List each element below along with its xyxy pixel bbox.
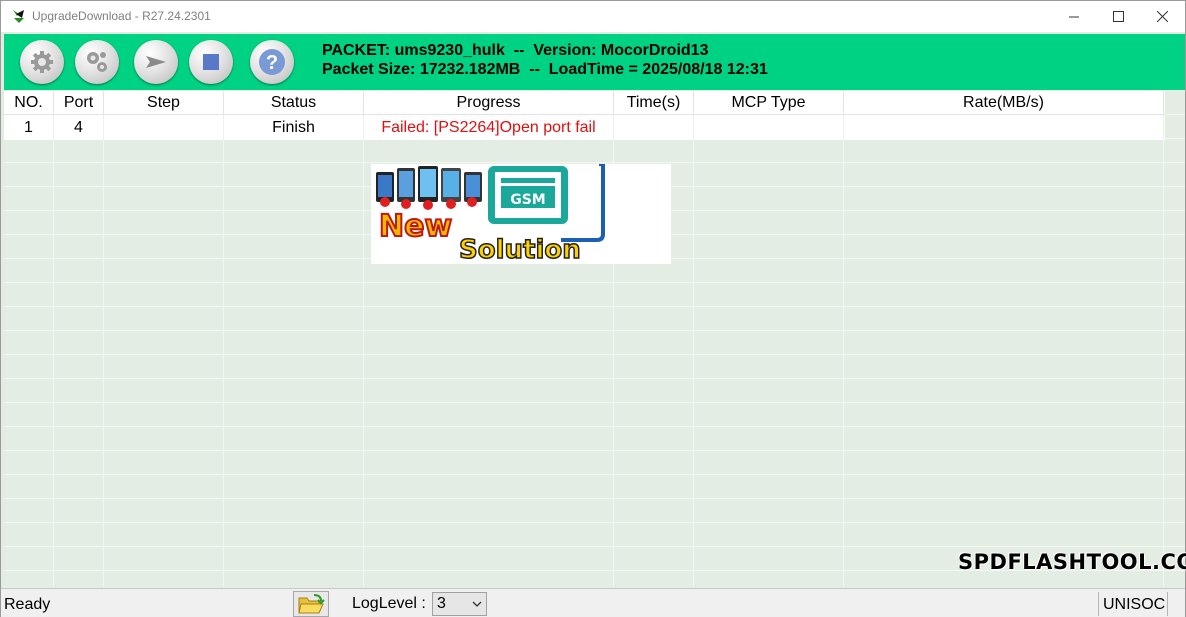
minimize-icon	[1069, 16, 1079, 17]
table-header: NO. Port Step Status Progress Time(s) MC…	[4, 91, 1165, 115]
col-header-port[interactable]: Port	[54, 91, 104, 114]
cell-no: 1	[4, 115, 54, 140]
help-button[interactable]: ?	[250, 40, 294, 84]
chevron-down-icon	[472, 601, 482, 607]
col-header-no[interactable]: NO.	[4, 91, 54, 114]
cell-port: 4	[54, 115, 104, 140]
cell-mcp-type	[694, 115, 844, 140]
start-download-button[interactable]	[134, 40, 178, 84]
app-icon	[13, 10, 24, 23]
packet-size-line: Packet Size: 17232.182MB -- LoadTime = 2…	[322, 61, 768, 78]
packet-info: PACKET: ums9230_hulk -- Version: MocorDr…	[322, 41, 768, 79]
packet-line: PACKET: ums9230_hulk -- Version: MocorDr…	[322, 42, 709, 59]
cell-progress: Failed: [PS2264]Open port fail	[364, 115, 614, 140]
cell-rate	[844, 115, 1164, 140]
svg-text:?: ?	[266, 52, 278, 74]
title-bar: UpgradeDownload - R27.24.2301	[1, 1, 1185, 32]
stop-download-button[interactable]	[189, 40, 233, 84]
svg-text:New: New	[379, 209, 452, 244]
col-header-time[interactable]: Time(s)	[614, 91, 694, 114]
col-header-rate[interactable]: Rate(MB/s)	[844, 91, 1164, 114]
maximize-button[interactable]	[1095, 1, 1141, 32]
loglevel-select[interactable]: 3	[432, 592, 487, 616]
status-text: Ready	[4, 596, 51, 613]
gears-icon	[87, 52, 107, 72]
loglevel-value: 3	[437, 595, 446, 612]
svg-text:GSM: GSM	[510, 192, 546, 208]
col-header-status[interactable]: Status	[224, 91, 364, 114]
settings-button[interactable]	[20, 40, 64, 84]
col-header-progress[interactable]: Progress	[364, 91, 614, 114]
logo-graphic: GSM New Solution	[376, 164, 605, 264]
watermark-text: SPDFLASHTOOL.COM	[958, 550, 1186, 574]
toolbar: ? PACKET: ums9230_hulk -- Version: Mocor…	[4, 34, 1185, 90]
minimize-button[interactable]	[1051, 1, 1097, 32]
svg-text:Solution: Solution	[459, 235, 581, 264]
folder-icon	[298, 594, 325, 614]
cell-step	[104, 115, 224, 140]
play-arrow-icon	[146, 56, 166, 68]
col-header-step[interactable]: Step	[104, 91, 224, 114]
stop-icon	[203, 54, 219, 70]
chip-vendor-label: UNISOC	[1103, 596, 1166, 613]
close-button[interactable]	[1139, 1, 1185, 32]
col-header-mcp-type[interactable]: MCP Type	[694, 91, 844, 114]
loglevel-label: LogLevel :	[352, 595, 426, 612]
app-window: UpgradeDownload - R27.24.2301 ? PACKET: …	[0, 0, 1186, 617]
open-log-folder-button[interactable]	[293, 591, 329, 617]
window-title: UpgradeDownload - R27.24.2301	[32, 9, 211, 23]
status-bar: Ready LogLevel : 3 UNISOC	[1, 588, 1185, 617]
table-row[interactable]: 1 4 Finish Failed: [PS2264]Open port fai…	[4, 115, 1165, 140]
gear-icon	[31, 51, 53, 73]
cell-time	[614, 115, 694, 140]
cell-status: Finish	[224, 115, 364, 140]
maximize-icon	[1112, 11, 1124, 22]
advanced-settings-button[interactable]	[75, 40, 119, 84]
question-icon: ?	[259, 49, 285, 75]
close-icon	[1156, 11, 1168, 22]
new-gsm-solution-logo: GSM New Solution	[371, 164, 671, 264]
